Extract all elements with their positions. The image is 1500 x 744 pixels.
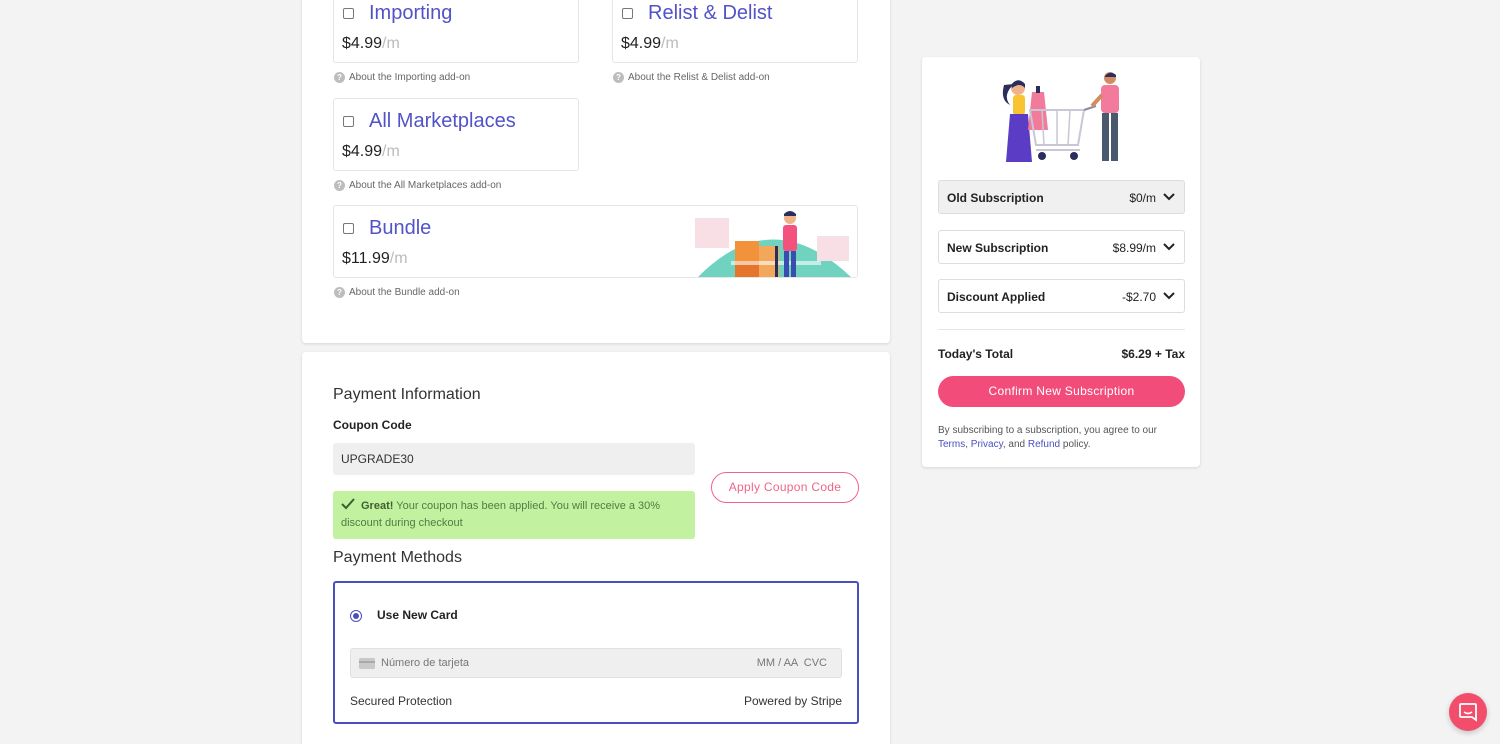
check-icon	[341, 498, 355, 510]
question-circle-icon: ?	[613, 72, 624, 83]
addon-all-marketplaces[interactable]: All Marketplaces $4.99/m	[333, 98, 579, 171]
credit-card-icon	[359, 658, 375, 669]
new-card-label: Use New Card	[377, 608, 458, 622]
addon-price: $4.99/m	[621, 35, 679, 52]
terms-link[interactable]: Terms	[938, 439, 965, 450]
chevron-down-icon[interactable]	[1162, 190, 1176, 204]
question-circle-icon: ?	[334, 72, 345, 83]
new-subscription-row[interactable]: New Subscription $8.99/m	[938, 230, 1185, 264]
summary-divider	[938, 329, 1185, 330]
discount-applied-row[interactable]: Discount Applied -$2.70	[938, 279, 1185, 313]
todays-total-label: Today's Total	[938, 347, 1014, 361]
powered-by-stripe-text: Powered by Stripe	[743, 694, 842, 708]
payment-method-new-card[interactable]: Use New Card Número de tarjeta MM / AA C…	[333, 581, 859, 724]
secured-protection-text: Secured Protection	[350, 694, 453, 708]
chat-launcher-button[interactable]	[1449, 693, 1487, 731]
addon-importing[interactable]: Importing $4.99/m	[333, 0, 579, 63]
question-circle-icon: ?	[334, 287, 345, 298]
addon-about-link[interactable]: ? About the All Marketplaces add-on	[334, 180, 501, 191]
old-subscription-label: Old Subscription	[947, 191, 1044, 205]
apply-coupon-button[interactable]: Apply Coupon Code	[711, 472, 859, 503]
addon-checkbox[interactable]	[622, 8, 633, 19]
coupon-code-label: Coupon Code	[333, 418, 412, 432]
addon-about-link[interactable]: ? About the Bundle add-on	[334, 287, 460, 298]
addon-price: $11.99/m	[342, 250, 408, 267]
shopping-illustration	[1002, 72, 1119, 162]
addon-name: Bundle	[369, 217, 432, 239]
chevron-down-icon[interactable]	[1162, 240, 1176, 254]
addon-price: $4.99/m	[342, 143, 400, 160]
payment-methods-title: Payment Methods	[333, 549, 462, 566]
success-bold: Great!	[361, 500, 394, 512]
addon-name: Importing	[369, 2, 453, 24]
addons-card: Importing $4.99/m ? About the Importing …	[302, 0, 890, 343]
chat-bubble-icon	[1459, 703, 1477, 722]
terms-text: By subscribing to a subscription, you ag…	[938, 425, 1158, 450]
confirm-subscription-button[interactable]: Confirm New Subscription	[938, 376, 1185, 407]
todays-total-value: $6.29 + Tax	[1121, 347, 1186, 361]
old-subscription-row[interactable]: Old Subscription $0/m	[938, 180, 1185, 214]
addon-relist-delist[interactable]: Relist & Delist $4.99/m	[612, 0, 858, 63]
privacy-link[interactable]: Privacy	[971, 439, 1003, 450]
card-number-placeholder: Número de tarjeta	[381, 657, 470, 669]
coupon-success-alert: Great! Your coupon has been applied. You…	[333, 491, 695, 539]
new-subscription-label: New Subscription	[947, 241, 1049, 255]
addon-about-link[interactable]: ? About the Importing add-on	[334, 72, 470, 83]
addon-checkbox[interactable]	[343, 8, 354, 19]
discount-applied-label: Discount Applied	[947, 290, 1046, 304]
addon-name: All Marketplaces	[369, 110, 516, 132]
addon-bundle[interactable]: Bundle $11.99/m	[333, 205, 858, 278]
old-subscription-value: $0/m	[1129, 191, 1156, 205]
addon-name: Relist & Delist	[648, 2, 773, 24]
addon-checkbox[interactable]	[343, 116, 354, 127]
subscription-summary-card: Old Subscription $0/m New Subscription $…	[922, 57, 1200, 467]
question-circle-icon: ?	[334, 180, 345, 191]
addon-checkbox[interactable]	[343, 223, 354, 234]
new-subscription-value: $8.99/m	[1112, 241, 1156, 255]
payment-card: Payment Information Coupon Code UPGRADE3…	[302, 352, 890, 744]
refund-link[interactable]: Refund	[1028, 439, 1060, 450]
addon-price: $4.99/m	[342, 35, 400, 52]
coupon-code-input[interactable]: UPGRADE30	[333, 443, 695, 475]
card-number-input[interactable]: Número de tarjeta MM / AA CVC	[350, 648, 842, 678]
addon-about-link[interactable]: ? About the Relist & Delist add-on	[613, 72, 770, 83]
discount-applied-value: -$2.70	[1121, 290, 1156, 304]
payment-info-title: Payment Information	[333, 386, 481, 403]
bundle-illustration	[695, 211, 851, 277]
card-expiry-cvc-placeholder: MM / AA CVC	[756, 657, 827, 669]
chevron-down-icon[interactable]	[1162, 289, 1176, 303]
new-card-radio[interactable]	[350, 610, 362, 622]
